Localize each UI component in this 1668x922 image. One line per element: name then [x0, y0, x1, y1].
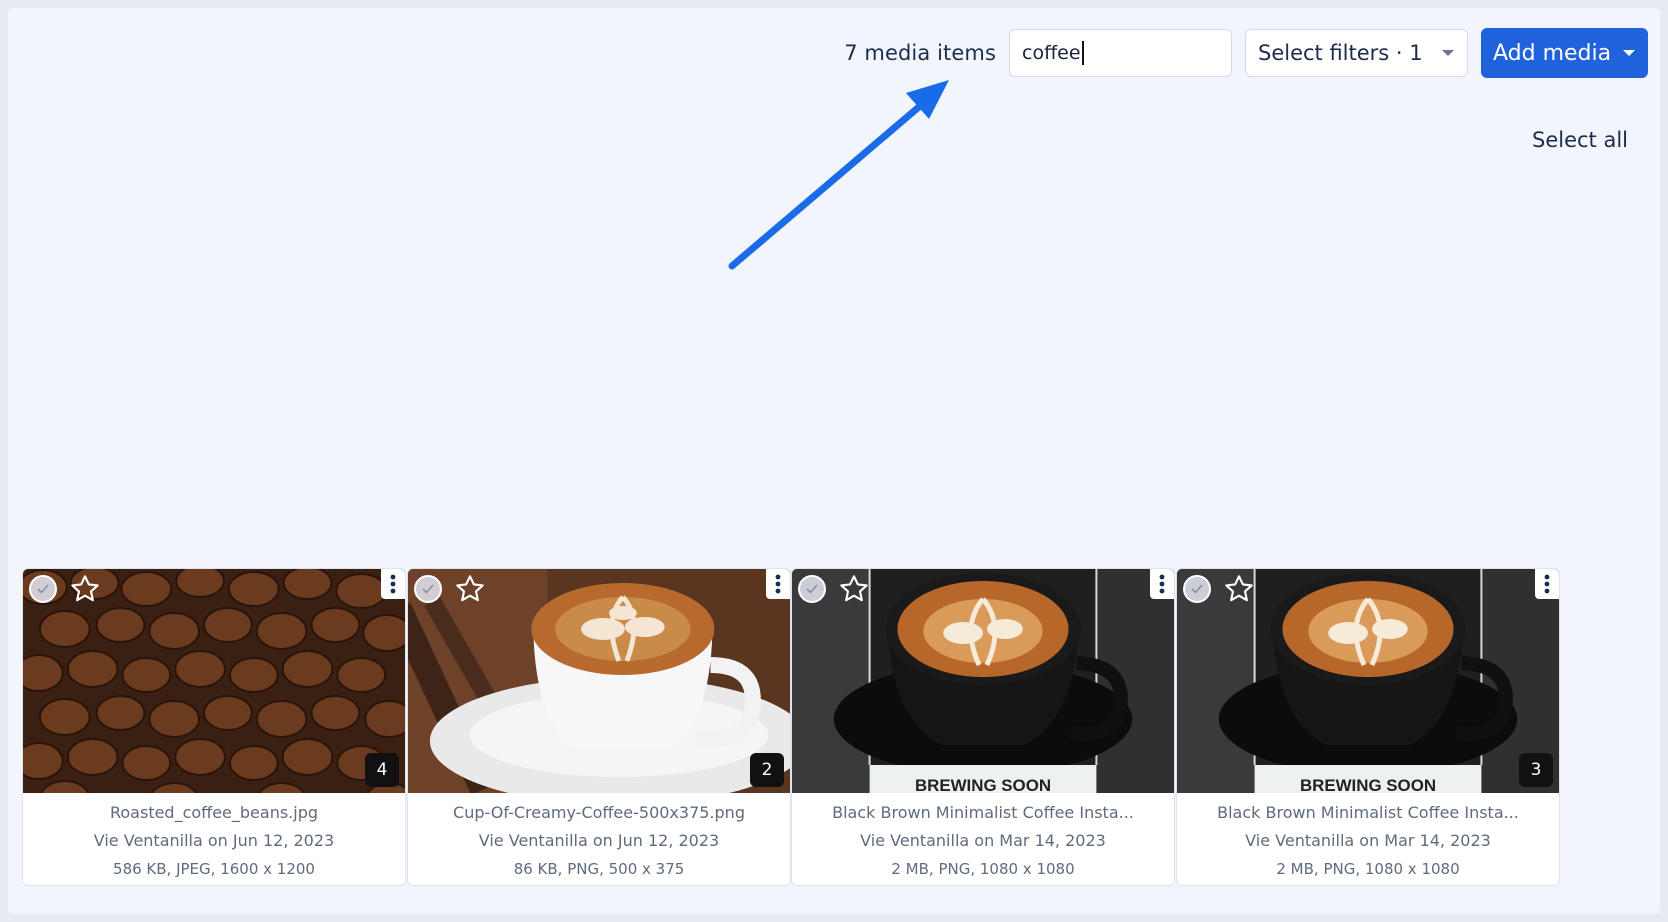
- media-author-date: Vie Ventanilla on Mar 14, 2023: [1245, 831, 1491, 850]
- count-badge: 4: [365, 753, 399, 787]
- media-card[interactable]: 2 Cup-Of-Creamy-Coffee-500x375.png Vie V…: [407, 568, 791, 886]
- star-icon[interactable]: [69, 573, 101, 605]
- kebab-menu-icon: [1159, 574, 1165, 594]
- count-badge: 3: [1519, 753, 1553, 787]
- media-thumbnail[interactable]: BREWING SOON: [792, 569, 1174, 793]
- count-badge: 2: [750, 753, 784, 787]
- media-card[interactable]: BREWING SOON 3 Black Brown Minimalist Co…: [1176, 568, 1560, 886]
- media-meta: Black Brown Minimalist Coffee Insta... V…: [1177, 793, 1559, 883]
- select-checkbox[interactable]: [1183, 575, 1211, 603]
- more-options-button[interactable]: [766, 569, 790, 599]
- kebab-menu-icon: [1544, 574, 1550, 594]
- media-file-info: 2 MB, PNG, 1080 x 1080: [891, 860, 1075, 878]
- media-card[interactable]: 4 Roasted_coffee_beans.jpg Vie Ventanill…: [22, 568, 406, 886]
- select-checkbox[interactable]: [414, 575, 442, 603]
- more-options-button[interactable]: [1150, 569, 1174, 599]
- select-checkbox[interactable]: [798, 575, 826, 603]
- check-icon: [1191, 584, 1203, 594]
- more-options-button[interactable]: [1535, 569, 1559, 599]
- kebab-menu-icon: [390, 574, 396, 594]
- star-icon[interactable]: [454, 573, 486, 605]
- kebab-menu-icon: [775, 574, 781, 594]
- media-file-info: 86 KB, PNG, 500 x 375: [513, 860, 685, 878]
- media-filename: Black Brown Minimalist Coffee Insta...: [1217, 803, 1519, 822]
- media-filename: Cup-Of-Creamy-Coffee-500x375.png: [453, 803, 745, 822]
- media-meta: Black Brown Minimalist Coffee Insta... V…: [792, 793, 1174, 883]
- select-checkbox[interactable]: [29, 575, 57, 603]
- check-icon: [37, 584, 49, 594]
- check-icon: [422, 584, 434, 594]
- brewing-soon-caption: BREWING SOON: [915, 776, 1051, 793]
- star-icon[interactable]: [838, 573, 870, 605]
- brewing-soon-caption: BREWING SOON: [1300, 776, 1436, 793]
- media-card[interactable]: BREWING SOON Black Brown Minimalist Coff…: [791, 568, 1175, 886]
- media-thumbnail[interactable]: BREWING SOON 3: [1177, 569, 1559, 793]
- media-file-info: 586 KB, JPEG, 1600 x 1200: [113, 860, 315, 878]
- media-meta: Roasted_coffee_beans.jpg Vie Ventanilla …: [23, 793, 405, 883]
- media-author-date: Vie Ventanilla on Jun 12, 2023: [478, 831, 720, 850]
- star-icon[interactable]: [1223, 573, 1255, 605]
- more-options-button[interactable]: [381, 569, 405, 599]
- media-filename: Roasted_coffee_beans.jpg: [109, 803, 319, 822]
- media-filename: Black Brown Minimalist Coffee Insta...: [832, 803, 1134, 822]
- media-meta: Cup-Of-Creamy-Coffee-500x375.png Vie Ven…: [408, 793, 790, 883]
- media-author-date: Vie Ventanilla on Mar 14, 2023: [860, 831, 1106, 850]
- media-author-date: Vie Ventanilla on Jun 12, 2023: [93, 831, 335, 850]
- media-file-info: 2 MB, PNG, 1080 x 1080: [1276, 860, 1460, 878]
- media-thumbnail[interactable]: 4: [23, 569, 405, 793]
- media-thumbnail[interactable]: 2: [408, 569, 790, 793]
- media-library: 7 media items coffee Select filters · 1 …: [8, 8, 1660, 914]
- check-icon: [806, 584, 818, 594]
